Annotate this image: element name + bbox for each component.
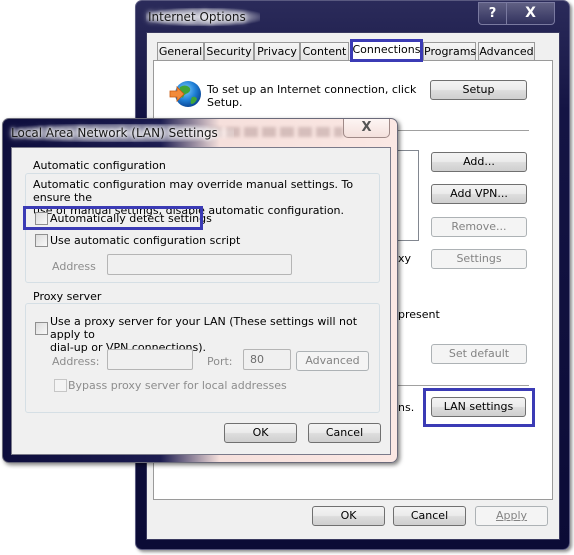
- help-button[interactable]: ?: [478, 2, 507, 25]
- lan-settings-button[interactable]: LAN settings: [431, 397, 526, 417]
- setup-button[interactable]: Setup: [430, 80, 527, 100]
- advanced-button[interactable]: Advanced: [296, 351, 369, 371]
- tab-connections[interactable]: Connections: [350, 39, 423, 61]
- add-button[interactable]: Add...: [431, 152, 527, 172]
- close-button[interactable]: X: [343, 119, 390, 138]
- set-default-button[interactable]: Set default: [431, 344, 527, 364]
- remove-button[interactable]: Remove...: [431, 217, 527, 237]
- tab-content[interactable]: Content: [300, 42, 349, 60]
- proxy-server-label: Proxy server: [30, 290, 105, 303]
- tab-advanced[interactable]: Advanced: [478, 42, 535, 60]
- dialog-client-area: Automatic configuration Automatic config…: [11, 147, 391, 455]
- bypass-local-label[interactable]: Bypass proxy server for local addresses: [68, 379, 287, 392]
- proxy-port-input[interactable]: 80: [243, 349, 291, 370]
- tab-programs[interactable]: Programs: [423, 42, 476, 60]
- add-vpn-button[interactable]: Add VPN...: [431, 184, 527, 204]
- apply-button[interactable]: Apply: [475, 506, 548, 526]
- bypass-local-checkbox[interactable]: [54, 379, 67, 392]
- tab-general[interactable]: General: [157, 42, 204, 60]
- tab-privacy[interactable]: Privacy: [254, 42, 300, 60]
- automatic-configuration-label: Automatic configuration: [30, 159, 169, 172]
- present-partial-text: present: [398, 308, 440, 321]
- proxy-address-input[interactable]: [107, 349, 193, 370]
- use-proxy-label[interactable]: Use a proxy server for your LAN (These s…: [50, 315, 390, 354]
- window-title: Internet Options: [146, 8, 260, 26]
- settings-button[interactable]: Settings: [431, 249, 527, 269]
- lan-settings-dialog: Local Area Network (LAN) Settings X Auto…: [2, 118, 398, 463]
- proxy-address-label: Address:: [52, 355, 100, 368]
- proxy-port-label: Port:: [207, 355, 233, 368]
- use-script-label[interactable]: Use automatic configuration script: [50, 234, 240, 247]
- proxy-partial-text: xy: [398, 252, 412, 265]
- auto-detect-checkbox[interactable]: [35, 212, 48, 225]
- dialog-title: Local Area Network (LAN) Settings: [11, 124, 234, 142]
- script-address-input[interactable]: [107, 254, 292, 275]
- setup-description: To set up an Internet connection, click …: [207, 83, 416, 109]
- auto-config-description-line1: Automatic configuration may override man…: [33, 178, 354, 204]
- close-button[interactable]: X: [506, 2, 555, 25]
- ok-button[interactable]: OK: [224, 423, 297, 443]
- ok-button[interactable]: OK: [312, 506, 385, 526]
- cancel-button[interactable]: Cancel: [393, 506, 466, 526]
- internet-globe-icon: [168, 79, 202, 109]
- tab-security[interactable]: Security: [204, 42, 254, 60]
- lan-partial-text: ns.: [398, 401, 415, 414]
- cancel-button[interactable]: Cancel: [308, 423, 381, 443]
- auto-detect-label[interactable]: Automatically detect settings: [50, 212, 212, 225]
- setup-description-line1: To set up an Internet connection, click: [207, 83, 417, 96]
- use-proxy-checkbox[interactable]: [35, 322, 48, 335]
- use-script-checkbox[interactable]: [35, 234, 48, 247]
- use-proxy-label-line1: Use a proxy server for your LAN (These s…: [50, 315, 358, 341]
- setup-description-line2: Setup.: [207, 96, 243, 109]
- script-address-label: Address: [52, 260, 96, 273]
